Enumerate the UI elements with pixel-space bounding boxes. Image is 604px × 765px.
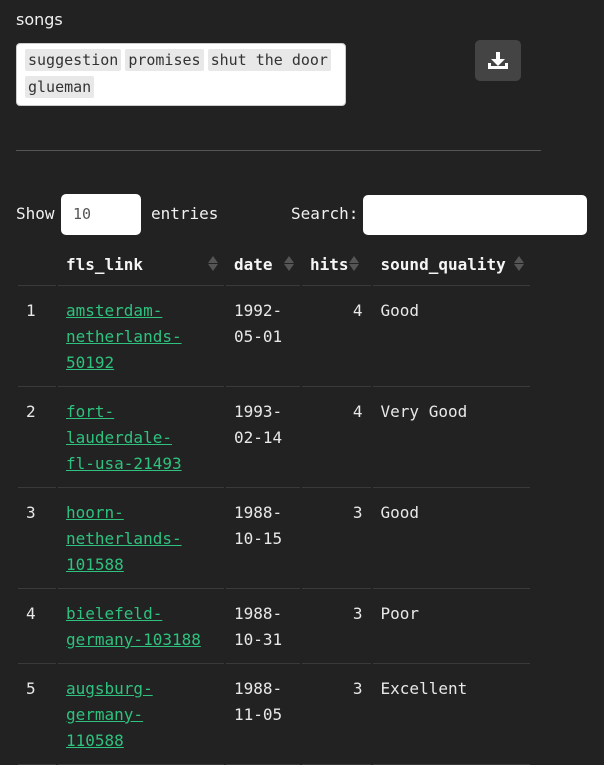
table-row: 2 fort-lauderdale-fl-usa-21493 1993- 02-1… <box>18 387 530 488</box>
sort-icon <box>208 256 218 271</box>
sound-quality-cell: Excellent <box>372 664 530 765</box>
column-header-sound-quality[interactable]: sound_quality <box>372 244 530 286</box>
entries-label: entries <box>151 204 219 223</box>
row-index: 1 <box>18 286 56 387</box>
table-row: 5 augsburg-germany- 110588 1988- 11-05 3 E… <box>18 664 530 765</box>
hits-cell: 4 <box>302 286 371 387</box>
sort-icon <box>513 256 524 271</box>
table-row: 1 amsterdam-netherlands-50192 1992- 05-01… <box>18 286 530 387</box>
download-button[interactable] <box>475 40 521 81</box>
row-index: 3 <box>18 488 56 589</box>
search-label: Search: <box>291 204 359 223</box>
tag-item[interactable]: promises <box>125 49 204 71</box>
sort-icon <box>284 256 294 271</box>
entries-length-select[interactable]: 10 <box>61 194 141 235</box>
column-header-date[interactable]: date <box>226 244 300 286</box>
fls-link[interactable]: bielefeld-germany-103188 <box>66 604 201 649</box>
song-tag-input[interactable]: suggestion promises shut the door gluema… <box>16 43 346 106</box>
column-header-label: hits <box>310 255 349 274</box>
sort-icon <box>348 256 359 271</box>
fls-link[interactable]: augsburg-germany- 110588 <box>66 679 153 750</box>
sound-quality-cell: Poor <box>372 589 530 664</box>
hits-cell: 3 <box>302 488 371 589</box>
row-index: 2 <box>18 387 56 488</box>
search-input[interactable] <box>363 195 587 235</box>
fls-link[interactable]: amsterdam-netherlands-50192 <box>66 301 182 372</box>
date-cell: 1988- 11-05 <box>226 664 300 765</box>
tag-item[interactable]: suggestion <box>25 49 122 71</box>
column-header-index <box>18 244 56 286</box>
divider <box>16 150 541 151</box>
sound-quality-cell: Good <box>372 488 530 589</box>
songs-table: fls_link date hits sound_quality 1 amste… <box>16 244 532 765</box>
column-header-label: fls_link <box>66 255 144 274</box>
hits-cell: 3 <box>302 589 371 664</box>
fls-link[interactable]: hoorn-netherlands- 101588 <box>66 503 182 574</box>
table-row: 4 bielefeld-germany-103188 1988- 10-31 3 … <box>18 589 530 664</box>
date-cell: 1993- 02-14 <box>226 387 300 488</box>
tag-item[interactable]: shut the door <box>207 49 331 71</box>
download-icon <box>488 51 508 69</box>
sound-quality-cell: Good <box>372 286 530 387</box>
date-cell: 1988- 10-15 <box>226 488 300 589</box>
sound-quality-cell: Very Good <box>372 387 530 488</box>
column-header-label: sound_quality <box>380 255 506 274</box>
table-row: 3 hoorn-netherlands- 101588 1988- 10-15 3 … <box>18 488 530 589</box>
fls-link[interactable]: fort-lauderdale-fl-usa-21493 <box>66 402 182 473</box>
tag-item[interactable]: glueman <box>25 76 95 98</box>
column-header-label: date <box>234 255 273 274</box>
row-index: 5 <box>18 664 56 765</box>
date-cell: 1992- 05-01 <box>226 286 300 387</box>
songs-label: songs <box>16 10 63 29</box>
show-label: Show <box>16 204 55 223</box>
table-header-row: fls_link date hits sound_quality <box>18 244 530 286</box>
column-header-hits[interactable]: hits <box>302 244 371 286</box>
hits-cell: 3 <box>302 664 371 765</box>
hits-cell: 4 <box>302 387 371 488</box>
date-cell: 1988- 10-31 <box>226 589 300 664</box>
row-index: 4 <box>18 589 56 664</box>
column-header-fls-link[interactable]: fls_link <box>58 244 224 286</box>
